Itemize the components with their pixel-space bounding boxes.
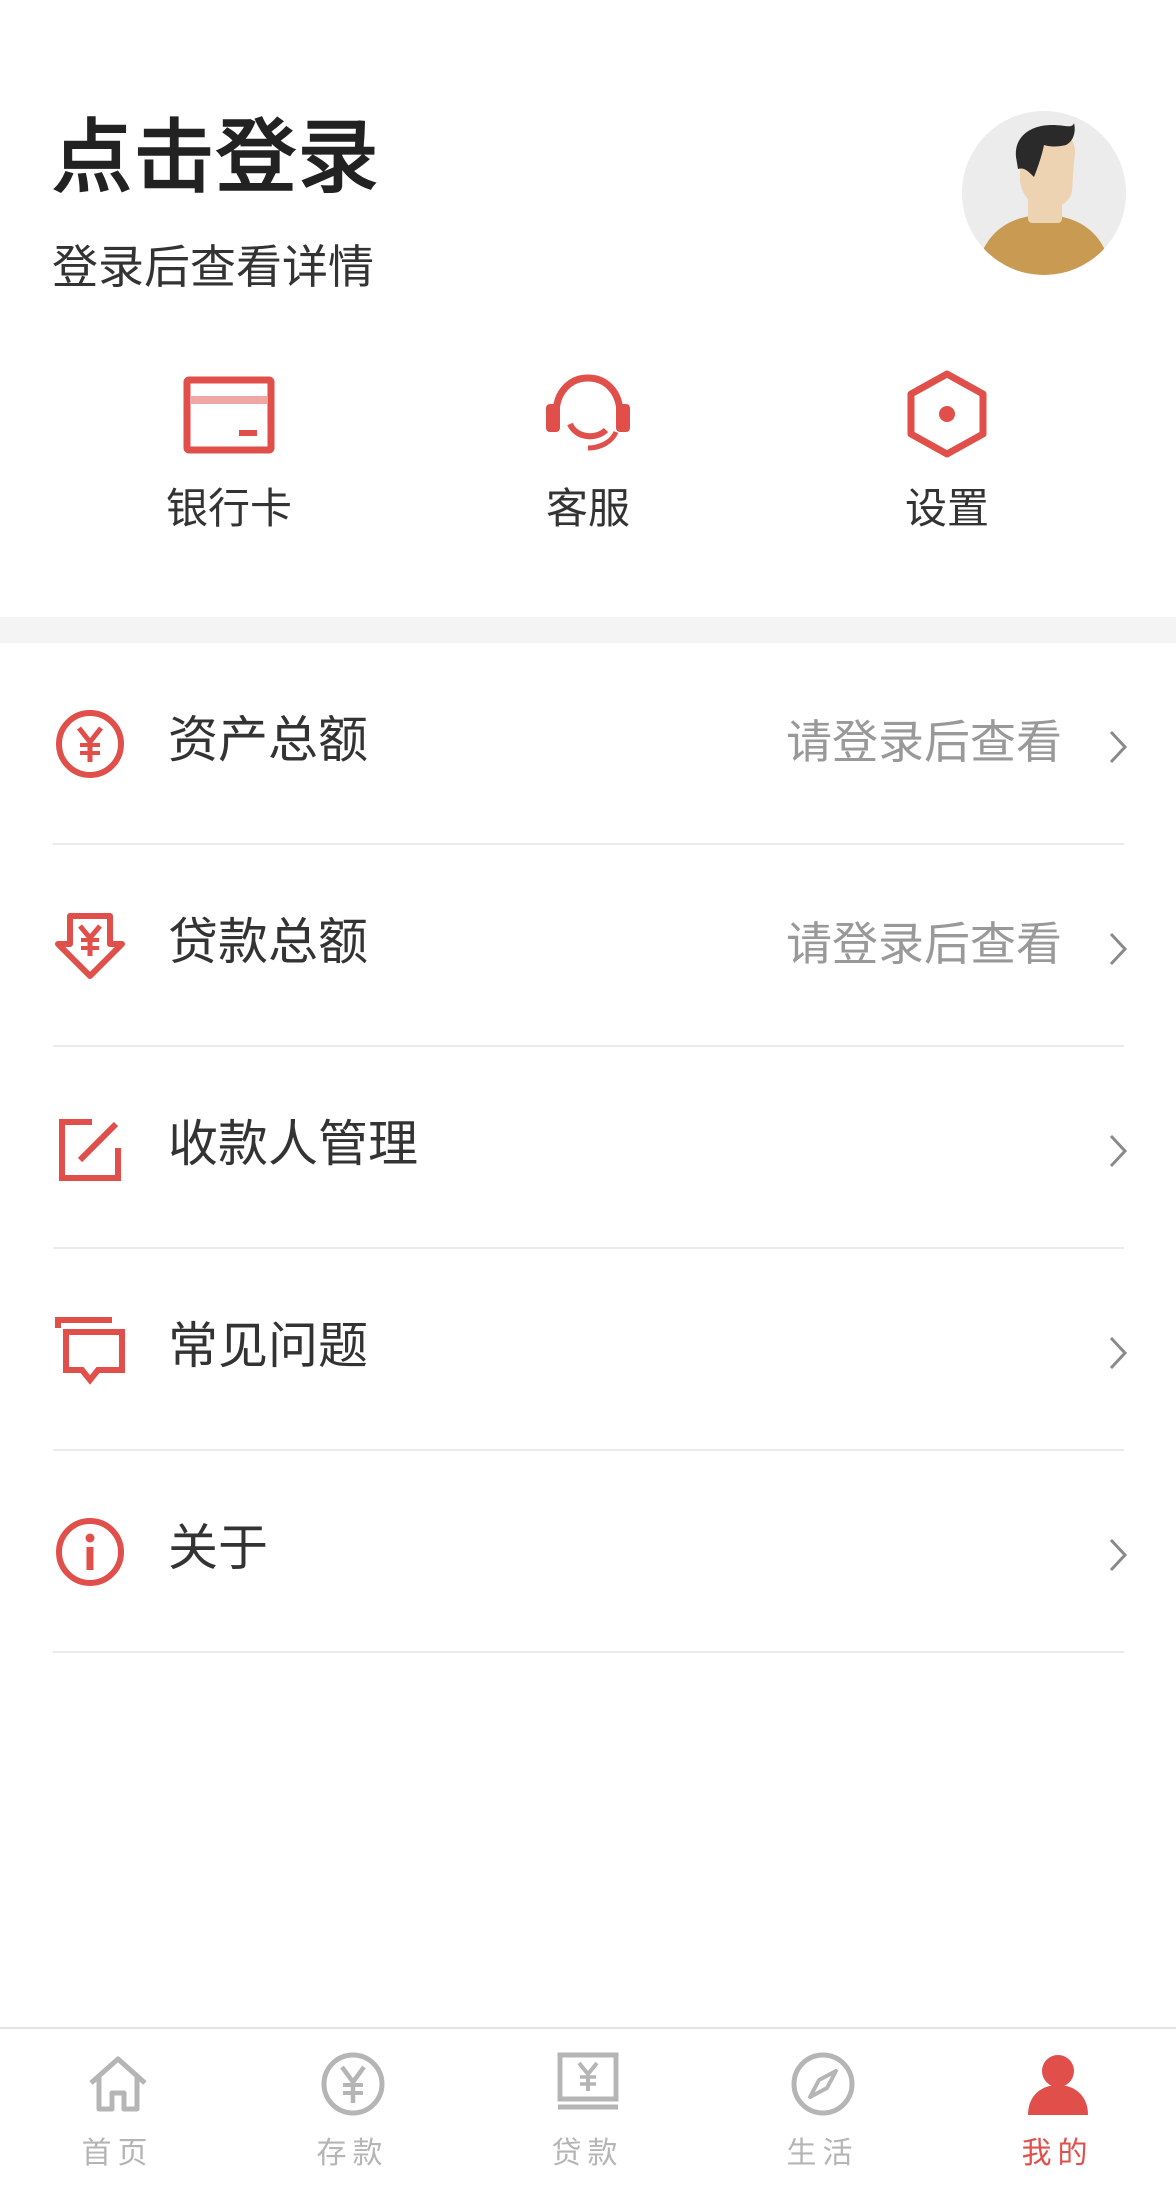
loan-monitor-icon bbox=[557, 2052, 619, 2110]
login-title[interactable]: 点击登录 bbox=[52, 118, 380, 198]
quick-actions: 银行卡 客服 设置 bbox=[0, 340, 1176, 570]
menu-item-label: 常见问题 bbox=[168, 1317, 368, 1375]
menu-item-label: 关于 bbox=[168, 1519, 268, 1577]
yen-download-icon bbox=[55, 913, 125, 979]
tab-deposit[interactable]: 存款 bbox=[235, 2029, 470, 2185]
menu-item-total-loans[interactable]: 贷款总额 请登录后查看 bbox=[0, 845, 1176, 1047]
bottom-tab-bar: 首页 存款 贷款 生活 我的 bbox=[0, 2027, 1176, 2185]
compass-icon bbox=[791, 2052, 855, 2116]
chevron-right-icon bbox=[1109, 1134, 1128, 1168]
section-divider bbox=[0, 617, 1176, 643]
chevron-right-icon bbox=[1109, 730, 1128, 764]
tab-mine[interactable]: 我的 bbox=[940, 2029, 1175, 2185]
edit-square-icon bbox=[59, 1119, 121, 1181]
login-subtitle: 登录后查看详情 bbox=[52, 240, 374, 294]
headset-icon bbox=[546, 374, 630, 451]
tab-loan[interactable]: 贷款 bbox=[470, 2029, 705, 2185]
avatar[interactable] bbox=[962, 111, 1126, 275]
home-icon bbox=[89, 2056, 147, 2112]
quick-action-bank-card[interactable]: 银行卡 bbox=[109, 340, 349, 570]
tab-label: 贷款 bbox=[551, 2136, 624, 2171]
menu-item-faq[interactable]: 常见问题 bbox=[0, 1249, 1176, 1451]
menu-list: 资产总额 请登录后查看 贷款总额 请登录后查看 收款人管理 常见问题 关于 bbox=[0, 643, 1176, 1653]
yen-circle-icon bbox=[56, 710, 124, 778]
menu-item-total-assets[interactable]: 资产总额 请登录后查看 bbox=[0, 643, 1176, 845]
quick-action-label: 客服 bbox=[545, 484, 630, 533]
tab-label: 存款 bbox=[316, 2136, 389, 2171]
tab-label: 生活 bbox=[786, 2136, 859, 2171]
tab-label: 首页 bbox=[81, 2136, 154, 2171]
menu-item-label: 贷款总额 bbox=[168, 913, 368, 971]
menu-item-value: 请登录后查看 bbox=[786, 715, 1062, 769]
user-icon bbox=[1028, 2055, 1088, 2115]
bank-card-icon bbox=[183, 376, 275, 454]
chevron-right-icon bbox=[1109, 932, 1128, 966]
menu-item-payee-management[interactable]: 收款人管理 bbox=[0, 1047, 1176, 1249]
menu-item-label: 资产总额 bbox=[168, 711, 368, 769]
yen-circle-icon bbox=[321, 2052, 385, 2116]
tab-label: 我的 bbox=[1021, 2136, 1094, 2171]
menu-item-about[interactable]: 关于 bbox=[0, 1451, 1176, 1653]
quick-action-customer-service[interactable]: 客服 bbox=[468, 340, 708, 570]
menu-item-label: 收款人管理 bbox=[168, 1115, 418, 1173]
settings-hexagon-icon bbox=[907, 370, 987, 458]
quick-action-settings[interactable]: 设置 bbox=[827, 340, 1067, 570]
row-divider bbox=[53, 1651, 1124, 1653]
chat-bubble-icon bbox=[55, 1317, 125, 1385]
quick-action-label: 银行卡 bbox=[165, 484, 292, 533]
tab-home[interactable]: 首页 bbox=[0, 2029, 235, 2185]
profile-header: 点击登录 登录后查看详情 bbox=[0, 0, 1176, 330]
info-circle-icon bbox=[56, 1518, 124, 1586]
tab-life[interactable]: 生活 bbox=[705, 2029, 940, 2185]
user-avatar-icon bbox=[962, 111, 1126, 275]
quick-action-label: 设置 bbox=[904, 484, 989, 533]
chevron-right-icon bbox=[1109, 1336, 1128, 1370]
menu-item-value: 请登录后查看 bbox=[786, 917, 1062, 971]
chevron-right-icon bbox=[1109, 1538, 1128, 1572]
